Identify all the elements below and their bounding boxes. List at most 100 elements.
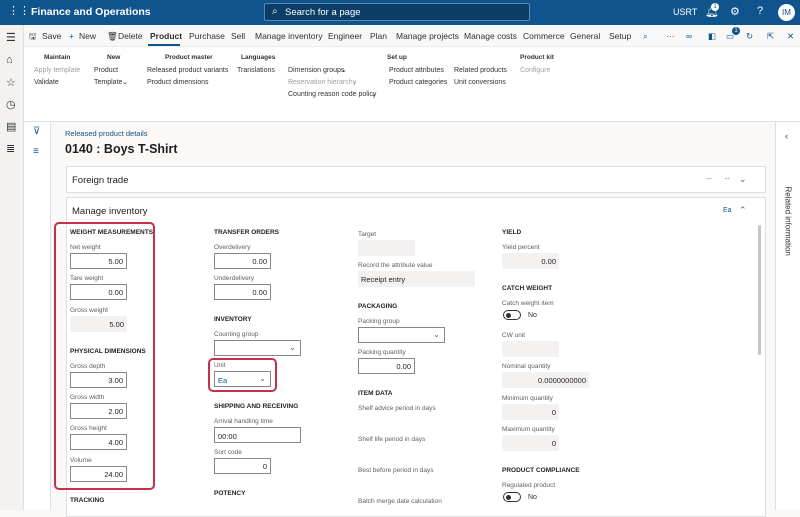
tab-manage-projects[interactable]: Manage projects [396,31,459,41]
attachments-count: 1 [732,27,740,35]
clock-icon[interactable]: ◷ [6,98,16,111]
tare-weight-label: Tare weight [70,275,104,282]
section-item-data: ITEM DATA [358,390,393,397]
page-title: 0140 : Boys T-Shirt [65,142,178,156]
chevron-down-icon: ⌄ [371,91,377,98]
packing-qty-field[interactable]: 0.00 [358,358,415,374]
filter-icon[interactable]: ⊽ [33,126,40,137]
save-icon[interactable]: 🖫︎ [29,31,36,45]
packing-group-dropdown[interactable]: ⌄ [358,327,445,343]
refresh-icon[interactable]: ↻ [746,31,753,42]
link-icon[interactable]: ∞ [686,31,692,41]
configure-button[interactable]: Configure [520,67,550,74]
section-tracking: TRACKING [70,497,105,504]
sort-code-field[interactable]: 0 [214,458,271,474]
best-before-label: Best before period in days [358,467,434,474]
overdelivery-field[interactable]: 0.00 [214,253,271,269]
tab-manage-inventory[interactable]: Manage inventory [255,31,323,41]
tab-general[interactable]: General [570,31,600,41]
regulated-product-toggle[interactable] [503,492,521,502]
product-attributes-button[interactable]: Product attributes [389,67,444,74]
new-button[interactable]: New [79,31,96,41]
catch-weight-toggle[interactable] [503,310,521,320]
cw-unit-label: CW unit [502,332,526,339]
validate-button[interactable]: Validate [34,79,59,86]
min-qty-label: Minimum quantity [502,395,553,402]
net-weight-field[interactable]: 5.00 [70,253,127,269]
help-icon[interactable]: ? [757,5,763,17]
delete-button[interactable]: Delete [118,31,143,41]
dimension-groups-menu[interactable]: Dimension groups [288,67,344,74]
notification-badge: 1 [711,3,719,11]
released-variants-button[interactable]: Released product variants [147,67,228,74]
related-information-pane[interactable]: ‹ Related information [775,122,800,510]
tab-plan[interactable]: Plan [370,31,387,41]
yield-percent-label: Yield percent [502,244,540,251]
section-potency: POTENCY [214,490,246,497]
scrollbar[interactable] [758,225,761,355]
fasttab-header[interactable]: Manage inventory [72,206,148,217]
chevron-up-icon[interactable]: ⌃ [739,205,747,216]
more-button[interactable]: ··· [666,31,675,41]
target-label: Target [358,231,377,238]
chevron-down-icon[interactable]: ⌄ [739,174,747,185]
avatar[interactable]: IM [778,4,795,21]
office-icon[interactable]: ◧ [708,31,716,42]
packing-qty-label: Packing quantity [358,349,406,356]
template-menu[interactable]: Template [94,79,122,86]
section-inventory: INVENTORY [214,316,252,323]
save-button[interactable]: Save [42,31,61,41]
counting-group-dropdown[interactable]: ⌄ [214,340,301,356]
hamburger-icon[interactable]: ☰ [6,31,16,44]
tab-engineer[interactable]: Engineer [328,31,362,41]
modules-icon[interactable]: ≣ [6,142,15,155]
trash-icon[interactable]: 🗑︎ [107,31,118,42]
popout-icon[interactable]: ⇱ [767,31,774,42]
list-icon[interactable]: ≡ [33,146,39,157]
tare-weight-field[interactable]: 0.00 [70,284,127,300]
counting-reason-policy-menu[interactable]: Counting reason code policy [288,91,376,98]
tab-purchase[interactable]: Purchase [189,31,225,41]
search-box[interactable]: ⌕ Search for a page [264,3,530,21]
underdelivery-field[interactable]: 0.00 [214,284,271,300]
company-picker[interactable]: USRT [673,7,697,17]
search-icon[interactable]: ⌕ [643,31,648,42]
product-button[interactable]: Product [94,67,118,74]
gross-width-field[interactable]: 2.00 [70,403,127,419]
tab-setup[interactable]: Setup [609,31,631,41]
unit-conversions-button[interactable]: Unit conversions [454,79,506,86]
tab-sell[interactable]: Sell [231,31,245,41]
arrival-time-label: Arrival handling time [214,418,273,425]
product-dimensions-button[interactable]: Product dimensions [147,79,208,86]
app-launcher-icon[interactable]: ⋮⋮ [8,6,30,17]
gross-height-field[interactable]: 4.00 [70,434,127,450]
arrival-time-field[interactable]: 00:00 [214,427,301,443]
related-products-button[interactable]: Related products [454,67,507,74]
tab-commerce[interactable]: Commerce [523,31,565,41]
volume-field[interactable]: 24.00 [70,466,127,482]
app-title[interactable]: Finance and Operations [31,6,151,18]
product-categories-button[interactable]: Product categories [389,79,447,86]
volume-label: Volume [70,457,92,464]
tab-manage-costs[interactable]: Manage costs [464,31,517,41]
foreign-trade-fasttab[interactable]: Foreign trade -- -- ⌄ [66,166,766,193]
yield-percent-value: 0.00 [502,253,559,269]
tab-product[interactable]: Product [150,31,182,41]
unit-dropdown[interactable]: Ea ⌄ [214,371,271,387]
plus-icon[interactable]: + [69,31,74,41]
home-icon[interactable]: ⌂ [6,54,13,66]
close-icon[interactable]: ✕ [787,31,794,42]
apply-template-button[interactable]: Apply template [34,67,80,74]
chevron-down-icon: ⌄ [433,330,440,339]
translations-button[interactable]: Translations [237,67,275,74]
workspaces-icon[interactable]: ▤ [6,120,16,133]
fasttab-header[interactable]: Foreign trade [72,175,129,186]
section-transfer: TRANSFER ORDERS [214,229,280,236]
star-icon[interactable]: ☆ [6,76,16,89]
chevron-left-icon[interactable]: ‹ [785,131,788,141]
reservation-hierarchy-menu[interactable]: Reservation hierarchy [288,79,356,86]
breadcrumb[interactable]: Released product details [65,129,148,138]
gross-depth-field[interactable]: 3.00 [70,372,127,388]
gear-icon[interactable]: ⚙ [730,5,740,18]
overdelivery-label: Overdelivery [214,244,251,251]
